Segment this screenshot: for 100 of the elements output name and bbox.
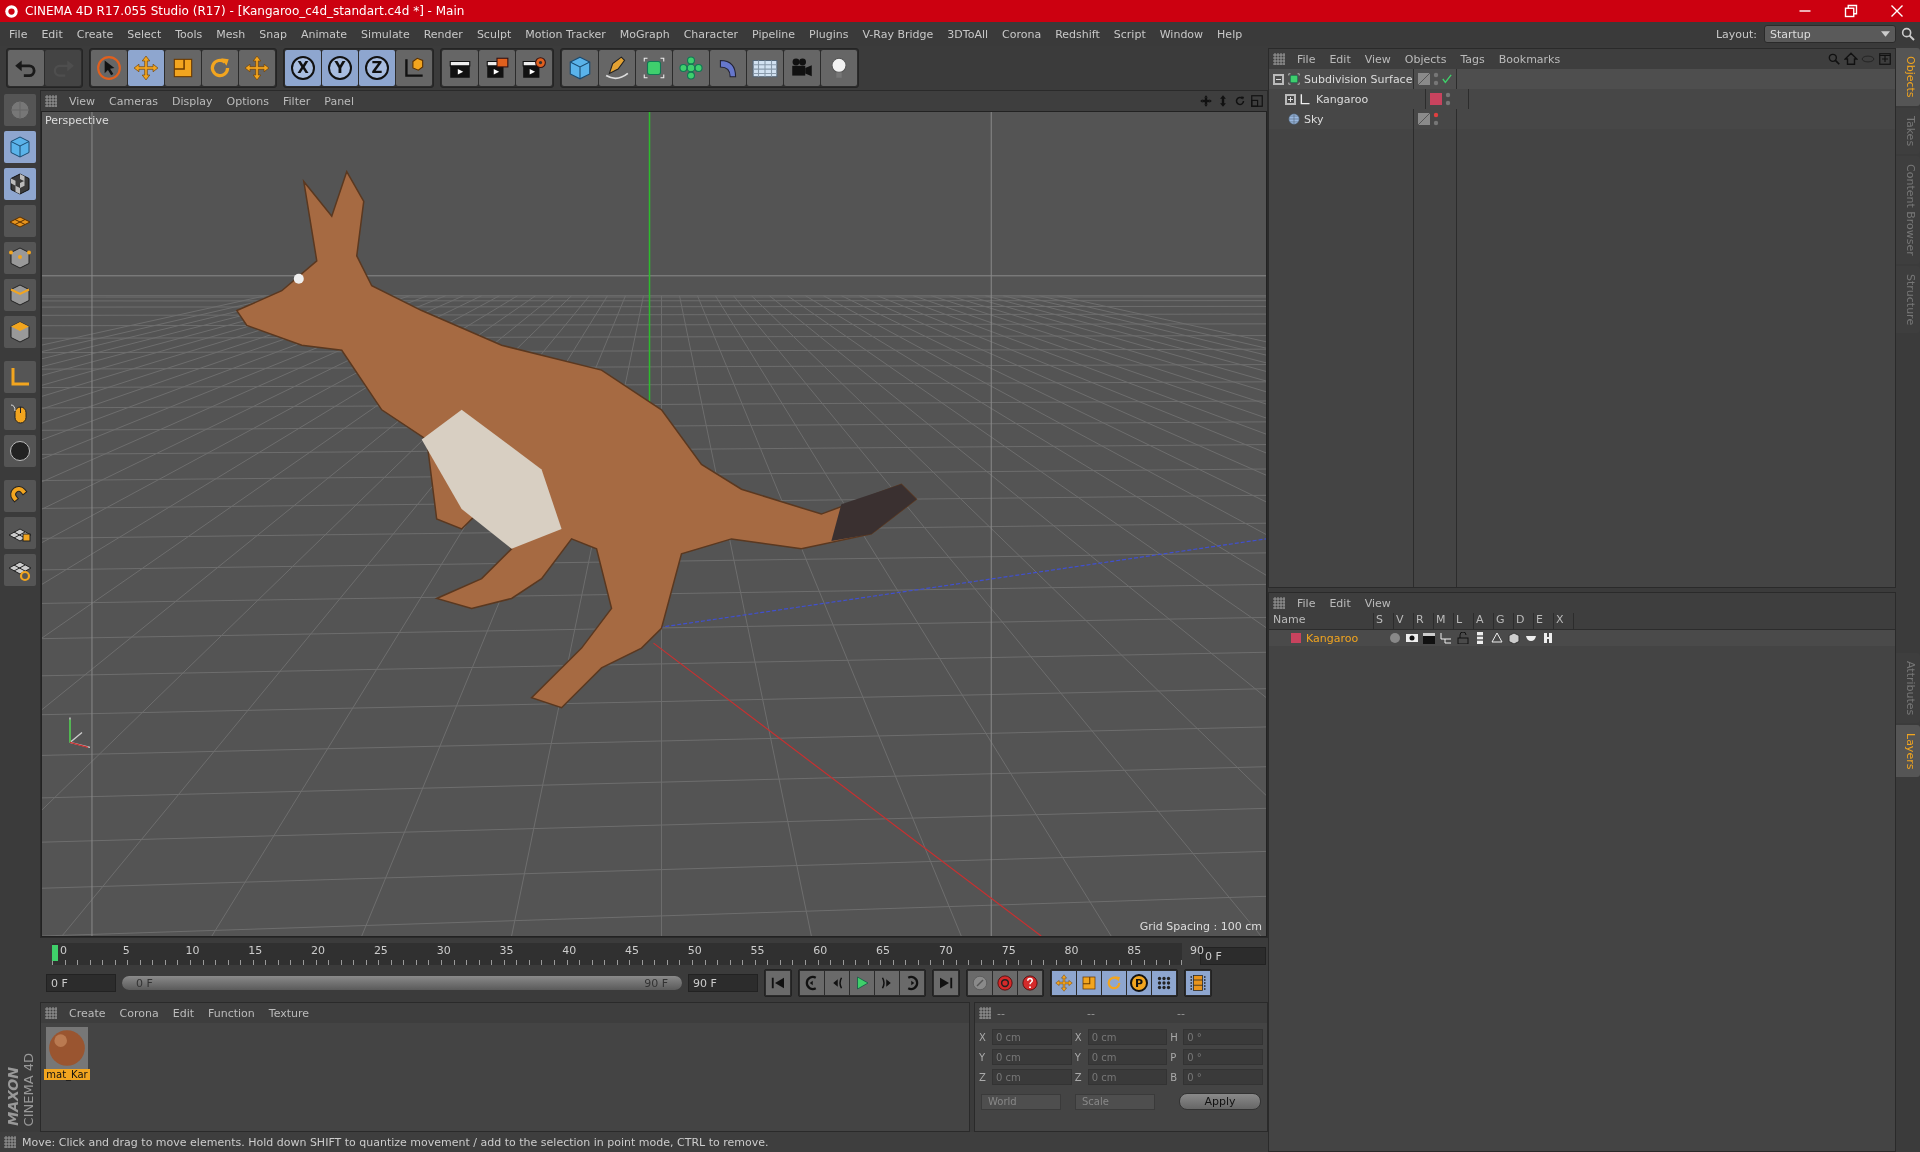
previous-key-icon[interactable]	[800, 971, 824, 995]
material-menu-item[interactable]: Corona	[113, 1006, 167, 1020]
next-frame-icon[interactable]	[875, 971, 899, 995]
viewport-menu-item[interactable]: Filter	[277, 94, 319, 108]
layer-menu-item[interactable]: File	[1291, 596, 1324, 610]
material-menu-item[interactable]: Edit	[166, 1006, 202, 1020]
next-key-icon[interactable]	[900, 971, 924, 995]
end-frame-field[interactable]: 90 F	[688, 974, 758, 992]
enabled-check-icon[interactable]	[1442, 74, 1452, 84]
dot-grid-icon[interactable]	[1152, 971, 1176, 995]
menu-item[interactable]: V-Ray Bridge	[855, 27, 941, 41]
material-menu-item[interactable]: Texture	[262, 1006, 318, 1020]
menu-item[interactable]: Edit	[34, 27, 70, 41]
layer-menu-item[interactable]: Edit	[1323, 596, 1359, 610]
clapperboard-icon[interactable]	[479, 50, 515, 86]
object-name[interactable]: Sky	[1304, 112, 1324, 126]
layer-menu-item[interactable]: View	[1358, 596, 1399, 610]
cube-icon[interactable]	[1508, 632, 1520, 644]
axis-lock-button[interactable]: Y	[322, 50, 358, 86]
checker-cube-icon[interactable]	[4, 168, 36, 200]
column-header[interactable]: G	[1494, 613, 1514, 629]
side-tab[interactable]: Objects	[1896, 48, 1920, 106]
viewport-menu-item[interactable]: Cameras	[103, 94, 166, 108]
move-arrows-icon[interactable]	[239, 50, 275, 86]
cube-icon[interactable]	[562, 50, 598, 86]
playhead-marker[interactable]	[52, 945, 58, 961]
cloner-circles-icon[interactable]	[673, 50, 709, 86]
menu-item[interactable]: Create	[69, 27, 121, 41]
object-menu-item[interactable]: Tags	[1454, 52, 1493, 66]
plane-grid-icon[interactable]	[4, 205, 36, 237]
start-frame-field[interactable]: 0 F	[46, 974, 116, 992]
light-bulb-icon[interactable]	[821, 50, 857, 86]
points-cube-icon[interactable]	[4, 242, 36, 274]
menu-item[interactable]: Motion Tracker	[518, 27, 613, 41]
film-strip-icon[interactable]	[1474, 632, 1486, 644]
column-header[interactable]: R	[1414, 613, 1434, 629]
faces-cube-icon[interactable]	[4, 316, 36, 348]
menu-item[interactable]: Sculpt	[469, 27, 519, 41]
clapperboard-icon[interactable]	[1423, 632, 1435, 644]
previous-frame-icon[interactable]	[825, 971, 849, 995]
column-header[interactable]: V	[1394, 613, 1414, 629]
menu-item[interactable]: Script	[1106, 27, 1153, 41]
menu-item[interactable]: File	[2, 27, 35, 41]
visibility-dots-icon[interactable]	[1445, 92, 1451, 106]
scale-square-icon[interactable]	[165, 50, 201, 86]
menu-item[interactable]: Character	[676, 27, 745, 41]
clapperboard-gear-icon[interactable]	[516, 50, 552, 86]
frame-range-slider[interactable]: 0 F 90 F	[122, 976, 682, 990]
undo-icon[interactable]	[8, 50, 44, 86]
no-layer-icon[interactable]	[1418, 73, 1430, 85]
column-header[interactable]: X	[1554, 613, 1574, 629]
menu-item[interactable]: Pipeline	[745, 27, 803, 41]
visibility-dots-icon[interactable]	[1433, 72, 1439, 86]
object-menu-item[interactable]: Bookmarks	[1492, 52, 1569, 66]
layer-name[interactable]: Kangaroo	[1306, 631, 1384, 645]
camera-icon[interactable]	[784, 50, 820, 86]
mouse-icon[interactable]	[4, 398, 36, 430]
visibility-dots-icon[interactable]	[1433, 112, 1439, 126]
solo-dot-icon[interactable]	[1389, 632, 1401, 644]
no-layer-icon[interactable]	[1418, 113, 1430, 125]
viewport-menu-item[interactable]: Panel	[318, 94, 362, 108]
axis-lock-button[interactable]: Z	[359, 50, 395, 86]
column-header[interactable]: M	[1434, 613, 1454, 629]
edges-cube-icon[interactable]	[4, 279, 36, 311]
column-header[interactable]: S	[1374, 613, 1394, 629]
pen-icon[interactable]	[599, 50, 635, 86]
material-name[interactable]: mat_Kar	[44, 1069, 90, 1080]
column-header[interactable]: L	[1454, 613, 1474, 629]
column-header[interactable]: E	[1534, 613, 1554, 629]
menu-item[interactable]: Redshift	[1048, 27, 1107, 41]
object-menu-item[interactable]: Objects	[1398, 52, 1455, 66]
object-name[interactable]: Subdivision Surface	[1304, 72, 1413, 86]
object-name[interactable]: Kangaroo	[1316, 92, 1369, 106]
pyramid-icon[interactable]	[1491, 632, 1503, 644]
object-menu-item[interactable]: Edit	[1323, 52, 1359, 66]
xpresso-icon[interactable]	[1542, 632, 1554, 644]
param-key-button[interactable]: P	[1127, 971, 1151, 995]
viewport-menu-item[interactable]: Display	[166, 94, 221, 108]
grid-lock-icon[interactable]	[4, 517, 36, 549]
magnet-icon[interactable]	[4, 480, 36, 512]
viewport-menu-item[interactable]: View	[63, 94, 104, 108]
object-menu-item[interactable]: File	[1291, 52, 1324, 66]
menu-item[interactable]: Tools	[168, 27, 210, 41]
search-icon[interactable]	[1900, 26, 1916, 42]
last-frame-icon[interactable]	[934, 971, 958, 995]
unlocked-icon[interactable]	[1457, 632, 1469, 644]
grid-rotate-icon[interactable]	[4, 554, 36, 586]
film-strip-icon[interactable]	[1186, 971, 1210, 995]
first-frame-icon[interactable]	[766, 971, 790, 995]
eye-icon[interactable]	[1406, 632, 1418, 644]
viewport-menu-item[interactable]: Options	[220, 94, 277, 108]
side-tab[interactable]: Layers	[1896, 725, 1920, 778]
bend-shape-icon[interactable]	[710, 50, 746, 86]
menu-item[interactable]: Snap	[252, 27, 294, 41]
cube-icon[interactable]	[4, 131, 36, 163]
material-menu-item[interactable]: Function	[202, 1006, 263, 1020]
column-header[interactable]: Name	[1269, 613, 1374, 629]
apply-button[interactable]: Apply	[1179, 1093, 1261, 1110]
axis-lock-button[interactable]: X	[285, 50, 321, 86]
axis-corner-icon[interactable]	[4, 361, 36, 393]
